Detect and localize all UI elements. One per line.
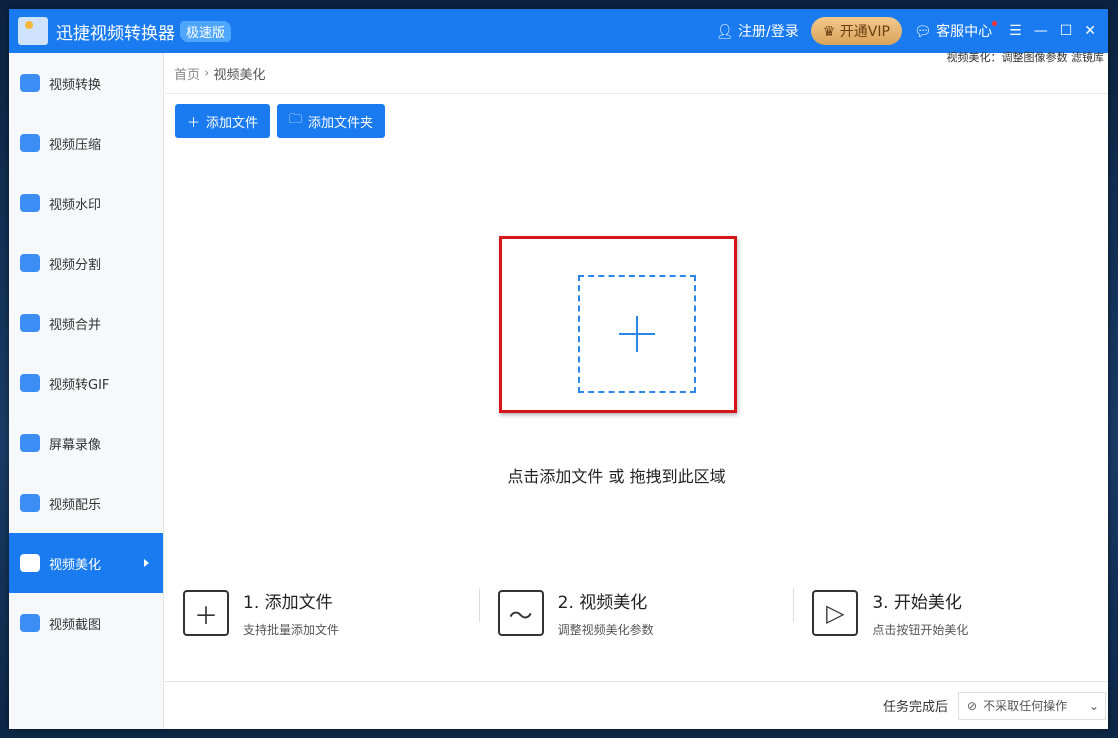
- clapper-play-icon: ▷: [812, 590, 859, 636]
- music-icon: [20, 494, 40, 512]
- user-icon: 👤︎: [715, 24, 739, 40]
- step-start: ▷ 3. 开始美化 点击按钮开始美化: [812, 588, 1108, 638]
- add-file-icon: ＋: [183, 590, 229, 636]
- step-beautify: 〜 2. 视频美化 调整视频美化参数: [497, 588, 794, 638]
- dropzone-text: 点击添加文件 或 拖拽到此区域: [507, 467, 726, 486]
- sidebar-item-merge[interactable]: 视频合并: [9, 293, 163, 353]
- record-icon: [20, 434, 40, 452]
- breadcrumb-current: 视频美化: [213, 67, 266, 83]
- highlight-box: [499, 236, 737, 413]
- add-file-dropzone[interactable]: [578, 275, 696, 393]
- chevron-down-icon: ⌄: [1088, 698, 1099, 713]
- merge-icon: [20, 314, 40, 332]
- close-icon[interactable]: ✕: [1084, 23, 1096, 39]
- app-window: 迅捷视频转换器 极速版 👤︎ 注册/登录 ♛ 开通VIP 💬︎ 客服中心 ☰ —…: [9, 9, 1108, 729]
- sidebar-item-gif[interactable]: 视频转GIF: [9, 353, 163, 413]
- watermark-icon: [20, 194, 40, 212]
- notification-dot: [992, 21, 998, 26]
- sidebar: 视频转换 视频压缩 视频水印 视频分割 视频合并 视频转GIF 屏幕录像 视频配…: [9, 53, 164, 729]
- screenshot-icon: [20, 614, 40, 632]
- breadcrumb-home[interactable]: 首页: [174, 64, 200, 83]
- compress-icon: [20, 134, 40, 152]
- login-link[interactable]: 👤︎ 注册/登录: [716, 21, 799, 41]
- folder-icon: 🗀: [289, 112, 303, 127]
- main-panel: 首页 › 视频美化 视频美化：调整图像参数 滤镜库 ＋添加文件 🗀 添加文件夹 点…: [165, 51, 1108, 729]
- gif-icon: [20, 374, 40, 392]
- sidebar-item-record[interactable]: 屏幕录像: [9, 413, 163, 473]
- sidebar-item-convert[interactable]: 视频转换: [9, 53, 163, 113]
- service-link[interactable]: 💬︎ 客服中心: [913, 21, 998, 41]
- split-icon: [20, 254, 40, 272]
- app-logo-icon: [18, 17, 48, 45]
- sidebar-item-beautify[interactable]: 视频美化: [9, 533, 163, 593]
- menu-icon[interactable]: ☰: [1009, 23, 1022, 39]
- after-task-select[interactable]: ⊘ 不采取任何操作 ⌄: [958, 691, 1106, 720]
- palette-icon: [20, 554, 40, 572]
- add-folder-button[interactable]: 🗀 添加文件夹: [277, 104, 386, 138]
- minimize-icon[interactable]: —: [1034, 23, 1048, 39]
- breadcrumb: 首页 › 视频美化 视频美化：调整图像参数 滤镜库: [165, 51, 1108, 94]
- vip-button[interactable]: ♛ 开通VIP: [810, 17, 902, 45]
- step-add-file: ＋ 1. 添加文件 支持批量添加文件: [183, 588, 479, 638]
- monitor-icon: 〜: [497, 590, 544, 636]
- chat-icon: 💬︎: [913, 24, 937, 40]
- plus-icon: ＋: [187, 115, 201, 131]
- edition-badge: 极速版: [180, 20, 232, 42]
- add-file-button[interactable]: ＋添加文件: [175, 104, 271, 138]
- maximize-icon[interactable]: ☐: [1060, 23, 1073, 39]
- sidebar-item-compress[interactable]: 视频压缩: [9, 113, 163, 173]
- title-bar: 迅捷视频转换器 极速版 👤︎ 注册/登录 ♛ 开通VIP 💬︎ 客服中心 ☰ —…: [9, 9, 1108, 53]
- convert-icon: [20, 74, 40, 92]
- app-title: 迅捷视频转换器: [56, 23, 175, 44]
- sidebar-item-music[interactable]: 视频配乐: [9, 473, 163, 533]
- sidebar-item-split[interactable]: 视频分割: [9, 233, 163, 293]
- footer: 任务完成后 ⊘ 不采取任何操作 ⌄: [165, 681, 1108, 729]
- sidebar-item-watermark[interactable]: 视频水印: [9, 173, 163, 233]
- after-task-label: 任务完成后: [882, 700, 948, 715]
- feature-hint: 视频美化：调整图像参数 滤镜库: [946, 51, 1105, 64]
- sidebar-item-screenshot[interactable]: 视频截图: [9, 593, 163, 653]
- crown-icon: ♛: [822, 24, 840, 40]
- ban-icon: ⊘: [967, 698, 978, 713]
